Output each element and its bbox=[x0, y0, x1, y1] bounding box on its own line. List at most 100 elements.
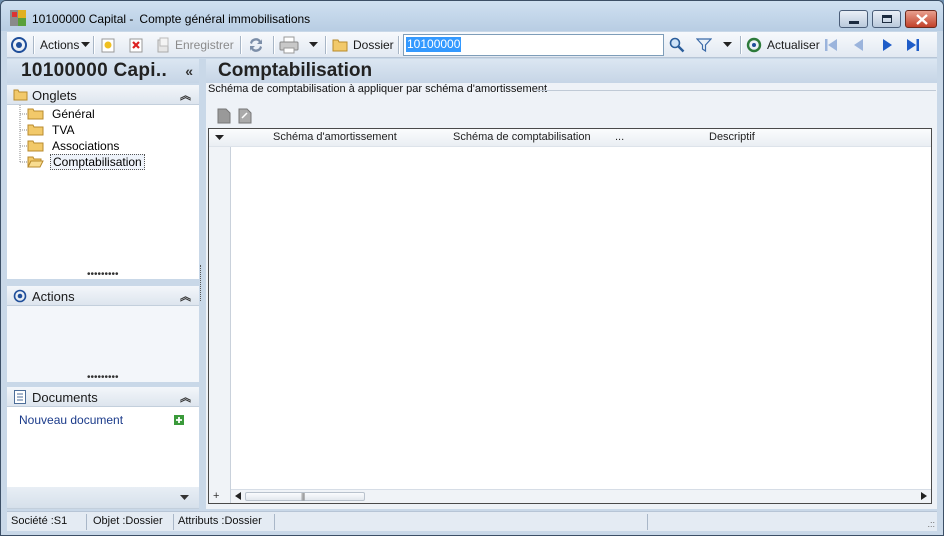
folder-label: Dossier bbox=[353, 38, 394, 52]
save-icon bbox=[157, 37, 169, 53]
printer-icon bbox=[279, 36, 299, 54]
search-button[interactable] bbox=[669, 32, 685, 58]
filter-button[interactable] bbox=[696, 32, 732, 58]
title-bar[interactable]: 10100000 Capital - Compte général immobil… bbox=[1, 1, 943, 31]
grid-menu-arrow-icon[interactable] bbox=[215, 135, 224, 141]
app-icon bbox=[10, 10, 26, 26]
tab-comptabilisation[interactable]: Comptabilisation bbox=[27, 154, 145, 170]
column-header-accounting-scheme[interactable]: Schéma de comptabilisation bbox=[453, 131, 591, 143]
column-header-amortization-scheme[interactable]: Schéma d'amortissement bbox=[273, 131, 397, 143]
dropdown-arrow-icon bbox=[81, 42, 91, 47]
column-header-lookup[interactable]: ... bbox=[615, 131, 624, 143]
folder-icon bbox=[27, 108, 44, 120]
new-record-button[interactable] bbox=[100, 32, 116, 58]
actions-section-header[interactable]: Actions ︽ bbox=[7, 286, 199, 306]
actions-menu-label: Actions bbox=[40, 38, 80, 52]
refresh-label: Actualiser bbox=[767, 38, 820, 52]
search-field-container: 10100000 bbox=[403, 34, 664, 56]
vertical-splitter[interactable] bbox=[200, 265, 203, 301]
accounting-schemes-grid[interactable]: Schéma d'amortissement Schéma de comptab… bbox=[208, 128, 932, 504]
folder-icon bbox=[332, 39, 348, 52]
main-toolbar: Actions Enregistrer Dossier 10100000 101… bbox=[7, 32, 937, 58]
open-folder-icon bbox=[27, 156, 44, 168]
next-record-button[interactable] bbox=[879, 32, 895, 58]
collapse-section-icon[interactable]: ︽ bbox=[180, 389, 191, 405]
grid-toolbar bbox=[208, 103, 932, 127]
add-icon[interactable] bbox=[174, 415, 184, 425]
tab-associations[interactable]: Associations bbox=[27, 138, 121, 154]
scroll-right-icon[interactable] bbox=[921, 492, 927, 500]
resize-grip[interactable]: .:: bbox=[927, 519, 935, 529]
restore-icon bbox=[882, 15, 892, 23]
sync-icon bbox=[250, 38, 262, 52]
collapse-section-icon[interactable]: ︽ bbox=[180, 87, 191, 103]
actions-menu-button[interactable]: Actions bbox=[40, 32, 91, 58]
status-attributes: Attributs :Dossier bbox=[174, 514, 275, 530]
print-dropdown-arrow-icon[interactable] bbox=[309, 42, 318, 48]
actions-section-label: Actions bbox=[32, 289, 75, 304]
tab-tva[interactable]: TVA bbox=[27, 122, 76, 138]
folder-icon bbox=[27, 124, 44, 136]
actions-section-body: ••••••••• bbox=[7, 306, 199, 383]
save-button[interactable]: Enregistrer bbox=[155, 32, 234, 58]
grid-header: Schéma d'amortissement Schéma de comptab… bbox=[209, 129, 931, 147]
collapse-panel-button[interactable]: « bbox=[185, 63, 193, 79]
main-content: Schéma de comptabilisation à appliquer p… bbox=[206, 83, 937, 509]
scroll-down-icon[interactable] bbox=[180, 495, 189, 501]
tabs-section-header[interactable]: Onglets ︽ bbox=[7, 85, 199, 105]
folder-icon bbox=[13, 89, 28, 101]
first-record-button[interactable] bbox=[823, 32, 839, 58]
actions-splitter-grip[interactable]: ••••••••• bbox=[87, 372, 119, 383]
left-panel-footer bbox=[7, 487, 199, 509]
delete-button[interactable] bbox=[128, 32, 144, 58]
grid-document-edit-icon[interactable] bbox=[238, 108, 252, 124]
folder-icon bbox=[27, 140, 44, 152]
column-header-description[interactable]: Descriptif bbox=[709, 131, 755, 143]
minimize-button[interactable] bbox=[839, 10, 868, 28]
filter-dropdown-arrow-icon[interactable] bbox=[723, 42, 732, 48]
tab-general[interactable]: Général bbox=[27, 106, 97, 122]
document-icon bbox=[14, 390, 26, 404]
sync-button[interactable] bbox=[247, 32, 265, 58]
main-panel-header: Comptabilisation bbox=[206, 59, 937, 83]
status-divider bbox=[647, 514, 648, 530]
tabs-splitter-grip[interactable]: ••••••••• bbox=[87, 269, 119, 280]
window-title: 10100000 Capital - Compte général immobil… bbox=[32, 12, 310, 26]
group-label: Schéma de comptabilisation à appliquer p… bbox=[208, 83, 550, 95]
grid-row-header bbox=[209, 129, 231, 503]
status-object: Objet :Dossier bbox=[89, 514, 174, 530]
tab-tva-label: TVA bbox=[52, 123, 75, 137]
search-input[interactable] bbox=[405, 36, 662, 54]
documents-section-header[interactable]: Documents ︽ bbox=[7, 387, 199, 407]
tabs-section-body: Général TVA Associations Comptabilisatio… bbox=[7, 105, 199, 280]
refresh-button[interactable]: Actualiser bbox=[746, 32, 820, 58]
next-record-icon bbox=[883, 39, 892, 51]
record-title: 10100000 Capi.. bbox=[21, 60, 168, 81]
add-row-button[interactable]: + bbox=[213, 490, 219, 502]
window-title-description: Compte général immobilisations bbox=[139, 12, 311, 26]
page-title: Comptabilisation bbox=[218, 60, 373, 81]
folder-button[interactable]: Dossier bbox=[332, 32, 394, 58]
status-bar: Société :S1 Objet :Dossier Attributs :Do… bbox=[7, 511, 937, 531]
previous-record-button[interactable] bbox=[851, 32, 867, 58]
close-button[interactable] bbox=[905, 10, 937, 28]
close-icon bbox=[916, 14, 928, 25]
application-window: 10100000 Capital - Compte général immobil… bbox=[0, 0, 944, 536]
target-icon bbox=[11, 37, 27, 53]
target-icon bbox=[13, 289, 27, 303]
print-button[interactable] bbox=[279, 32, 318, 58]
scroll-left-icon[interactable] bbox=[235, 492, 241, 500]
navigation-icon-button[interactable] bbox=[10, 32, 28, 58]
collapse-section-icon[interactable]: ︽ bbox=[180, 288, 191, 304]
maximize-button[interactable] bbox=[872, 10, 901, 28]
new-document-icon bbox=[101, 38, 115, 53]
horizontal-scrollbar[interactable]: ||| bbox=[231, 489, 931, 503]
scrollbar-thumb[interactable]: ||| bbox=[245, 492, 365, 501]
delete-icon bbox=[129, 38, 143, 53]
last-record-button[interactable] bbox=[905, 32, 921, 58]
tabs-section-label: Onglets bbox=[32, 88, 77, 103]
save-label: Enregistrer bbox=[175, 38, 234, 52]
tab-general-label: Général bbox=[52, 107, 95, 121]
new-document-link[interactable]: Nouveau document bbox=[19, 413, 123, 427]
grid-document-icon[interactable] bbox=[217, 108, 231, 124]
